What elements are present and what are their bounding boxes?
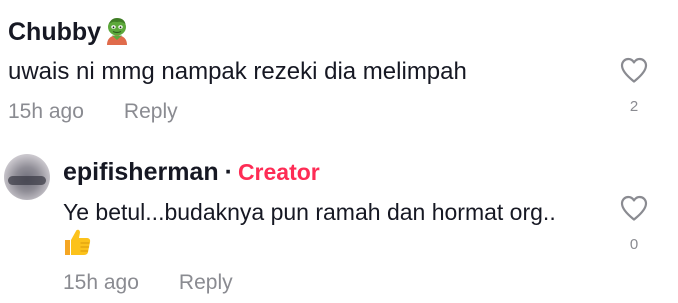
heart-outline-icon[interactable] xyxy=(619,194,649,222)
comment-item: Chubby uwais ni mmg nampak rezeki dia me… xyxy=(0,0,678,140)
comment-timestamp: 15h ago xyxy=(8,100,84,123)
reply-button[interactable]: Reply xyxy=(124,100,178,123)
comment-username[interactable]: Chubby xyxy=(8,16,132,47)
avatar[interactable] xyxy=(4,154,50,200)
like-count: 0 xyxy=(629,236,639,253)
reply-button[interactable]: Reply xyxy=(179,271,233,294)
like-button[interactable]: 0 xyxy=(617,194,651,254)
thumbs-up-emoji-icon xyxy=(65,229,91,255)
comment-meta: 15h ago Reply xyxy=(8,99,178,125)
comment-text: Ye betul...budaknya pun ramah dan hormat… xyxy=(63,199,556,225)
like-button[interactable]: 2 xyxy=(617,56,651,116)
like-count: 2 xyxy=(629,98,639,115)
zombie-emoji-icon xyxy=(107,18,128,45)
heart-outline-icon[interactable] xyxy=(619,56,649,84)
comment-item: epifisherman · Creator Ye betul...budaknya… xyxy=(0,140,678,303)
username-text[interactable]: Chubby xyxy=(8,18,101,46)
avatar-detail xyxy=(8,176,46,185)
comment-username[interactable]: epifisherman · Creator xyxy=(63,157,320,187)
comment-text: uwais ni mmg nampak rezeki dia melimpah xyxy=(8,58,467,85)
username-separator: · xyxy=(224,158,233,186)
comment-timestamp: 15h ago xyxy=(63,271,139,294)
username-text[interactable]: epifisherman xyxy=(63,158,219,186)
comment-meta: 15h ago Reply xyxy=(63,270,233,296)
creator-badge: Creator xyxy=(237,159,320,185)
